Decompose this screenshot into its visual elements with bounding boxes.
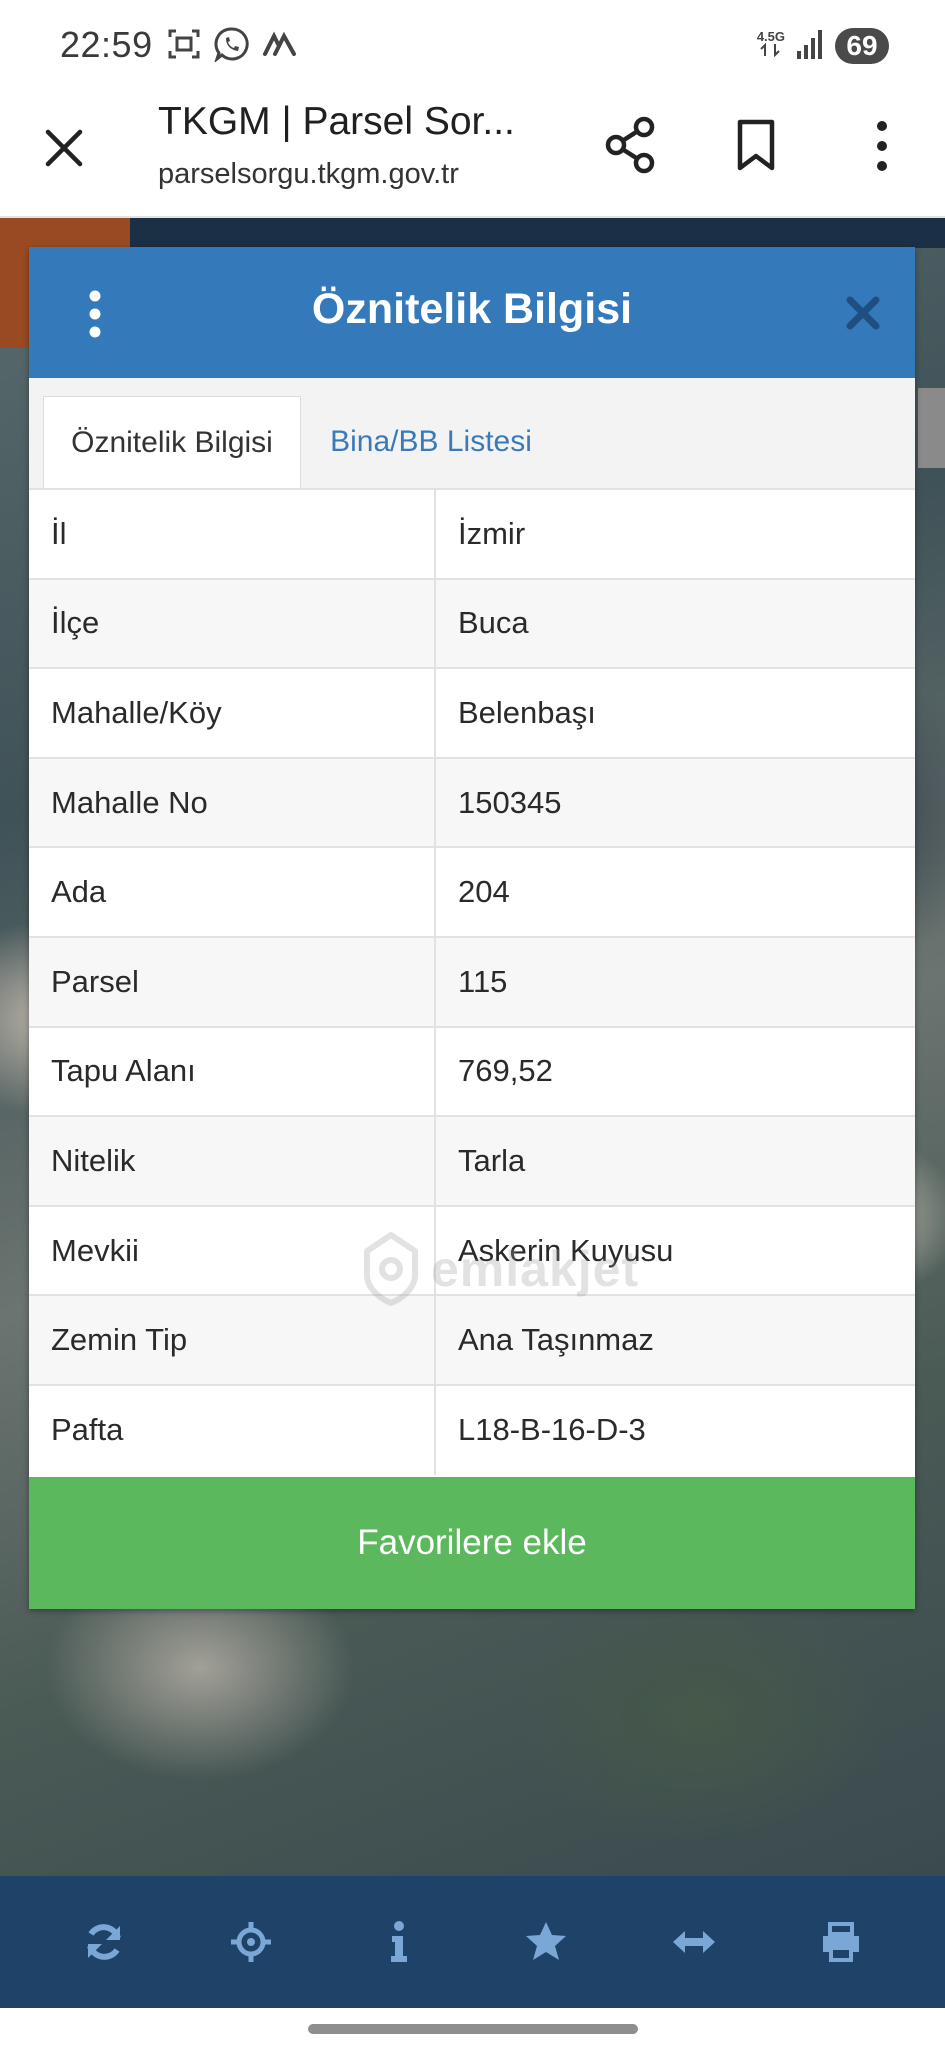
table-row: Mahalle/Köy Belenbaşı <box>29 667 915 758</box>
close-icon <box>45 129 83 167</box>
attr-key: Mahalle No <box>29 756 436 848</box>
locate-icon <box>231 1922 272 1962</box>
share-icon <box>605 116 655 174</box>
attr-key: Ada <box>29 846 436 937</box>
refresh-icon <box>86 1924 121 1960</box>
attr-key: Parsel <box>29 935 436 1027</box>
attr-value: Belenbaşı <box>435 667 915 758</box>
signal-activity-icon <box>262 26 298 67</box>
dialog-close-button[interactable] <box>845 295 881 331</box>
attr-value: Tarla <box>435 1115 915 1206</box>
attr-value: Ana Taşınmaz <box>435 1294 915 1385</box>
attr-key: Pafta <box>29 1383 436 1475</box>
attr-value: 150345 <box>435 756 915 848</box>
dialog-title: Öznitelik Bilgisi <box>311 285 633 333</box>
map-header-strip <box>130 218 945 248</box>
status-time: 22:59 <box>60 24 153 65</box>
info-icon <box>390 1921 407 1962</box>
table-row: Tapu Alanı 769,52 <box>29 1025 915 1117</box>
table-row: Nitelik Tarla <box>29 1115 915 1206</box>
table-row: Pafta L18-B-16-D-3 <box>29 1383 915 1475</box>
table-row: İlçe Buca <box>29 577 915 669</box>
attr-key: Tapu Alanı <box>29 1025 436 1117</box>
network-type: 4.5G <box>756 29 785 44</box>
screenshot-icon <box>166 26 202 67</box>
print-button[interactable] <box>801 1902 881 1982</box>
home-gesture-handle[interactable] <box>308 2024 638 2034</box>
table-row: Ada 204 <box>29 846 915 937</box>
attr-value: 204 <box>435 846 915 937</box>
table-row: Mahalle No 150345 <box>29 756 915 848</box>
attribute-info-dialog: Öznitelik Bilgisi Öznitelik Bilgisi Bina… <box>29 247 915 1609</box>
page-title: TKGM | Parsel Sor... <box>158 100 515 143</box>
attr-value: 769,52 <box>435 1025 915 1117</box>
share-button[interactable] <box>600 114 660 176</box>
system-nav-bar <box>0 2008 945 2048</box>
attr-value: Askerin Kuyusu <box>435 1204 915 1296</box>
tab-building-list[interactable]: Bina/BB Listesi <box>301 396 561 488</box>
map-scroll-handle[interactable] <box>918 388 945 468</box>
map-toolbar <box>0 1876 945 2008</box>
info-button[interactable] <box>359 1902 439 1982</box>
data-arrows-icon <box>760 42 780 58</box>
status-notification-icons <box>166 26 298 67</box>
whatsapp-icon <box>213 26 250 67</box>
attr-key: Mevkii <box>29 1204 436 1296</box>
measure-button[interactable] <box>654 1902 734 1982</box>
bookmark-button[interactable] <box>728 116 784 174</box>
status-bar: 22:59 4.5G 69 <box>0 0 945 92</box>
dialog-tabs: Öznitelik Bilgisi Bina/BB Listesi <box>29 378 915 488</box>
table-row: Zemin Tip Ana Taşınmaz <box>29 1294 915 1385</box>
tab-attribute-info[interactable]: Öznitelik Bilgisi <box>43 396 301 488</box>
dialog-header: Öznitelik Bilgisi <box>29 247 915 378</box>
table-row: Mevkii Askerin Kuyusu <box>29 1204 915 1296</box>
print-icon <box>823 1922 860 1962</box>
bookmark-icon <box>737 119 775 171</box>
network-indicator: 4.5G <box>757 30 785 62</box>
close-button[interactable] <box>38 122 90 174</box>
attribute-table: İl İzmir İlçe Buca Mahalle/Köy Belenbaşı Ma… <box>29 488 915 1475</box>
attr-key: Mahalle/Köy <box>29 667 436 758</box>
signal-bars-icon <box>795 27 825 66</box>
attr-value: L18-B-16-D-3 <box>435 1383 915 1475</box>
attr-key: İlçe <box>29 577 436 669</box>
page-url[interactable]: parselsorgu.tkgm.gov.tr <box>158 158 459 191</box>
table-row: İl İzmir <box>29 488 915 579</box>
attr-value: İzmir <box>435 488 915 579</box>
measure-icon <box>672 1931 715 1953</box>
locate-button[interactable] <box>211 1902 291 1982</box>
favorites-button[interactable] <box>506 1902 586 1982</box>
attr-value: Buca <box>435 577 915 669</box>
more-menu-button[interactable] <box>862 116 902 176</box>
more-vert-icon <box>877 121 887 171</box>
refresh-button[interactable] <box>64 1902 144 1982</box>
attr-key: İl <box>29 488 436 579</box>
browser-toolbar: TKGM | Parsel Sor... parselsorgu.tkgm.go… <box>0 92 945 218</box>
attr-key: Zemin Tip <box>29 1294 436 1385</box>
attr-value: 115 <box>435 935 915 1027</box>
phone-screen: 22:59 4.5G 69 TKGM | Parsel Sor... parse… <box>0 0 945 2048</box>
status-system-icons: 4.5G 69 <box>757 24 889 68</box>
star-icon <box>526 1922 567 1960</box>
attr-key: Nitelik <box>29 1115 436 1206</box>
add-to-favorites-button[interactable]: Favorilere ekle <box>29 1477 915 1609</box>
table-row: Parsel 115 <box>29 935 915 1027</box>
close-icon <box>846 296 880 330</box>
battery-icon: 69 <box>835 28 889 64</box>
